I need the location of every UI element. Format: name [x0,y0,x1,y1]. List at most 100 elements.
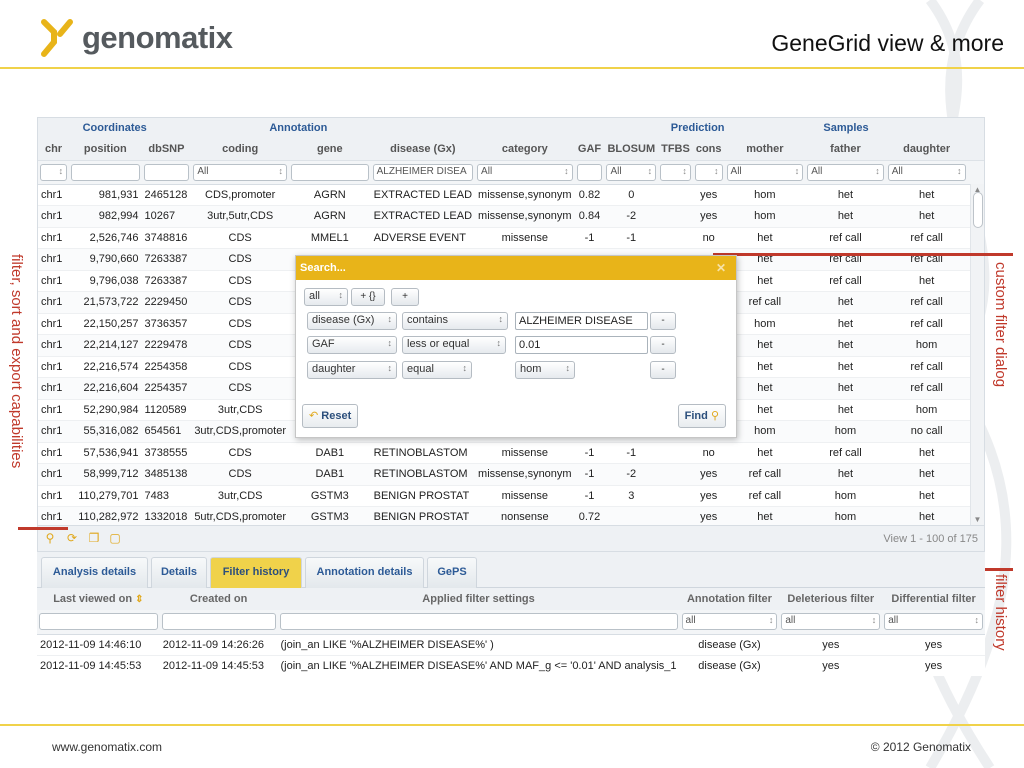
filter-mother-select[interactable]: All [726,163,804,181]
tab-geps[interactable]: GePS [427,557,477,588]
table-row[interactable]: chr1 58,999,712 3485138 CDS DAB1 RETINOBLASTO… [38,463,984,486]
history-filter-annotation-select[interactable]: all [681,613,778,631]
rule-1-value-input[interactable]: ALZHEIMER DISEASE [515,312,648,330]
column-header-tfbs[interactable]: TFBS [658,138,693,161]
column-header-father[interactable]: father [805,138,886,161]
sort-icon[interactable]: ⇕ [135,594,143,605]
cell-position: 21,573,722 [69,291,142,314]
table-row[interactable]: chr1 2,526,746 3748816 CDS MMEL1 ADVERSE EVEN… [38,227,984,249]
history-header-annotation-filter[interactable]: Annotation filter [679,588,780,610]
table-row[interactable]: chr1 110,279,701 7483 3utr,CDS GSTM3 BENIGN P… [38,485,984,507]
filter-category-select[interactable]: All [477,163,573,181]
filter-tfbs-select[interactable] [660,163,691,181]
cell-chr: chr1 [38,248,70,271]
add-group-button[interactable]: + {} [351,288,385,306]
table-row[interactable]: chr1 982,994 10267 3utr,5utr,CDS AGRN EXTRACT… [38,205,984,228]
rule-2-field-select[interactable]: GAF [307,336,397,354]
history-row[interactable]: 2012-11-09 14:46:10 2012-11-09 14:26:26 (j… [37,634,985,656]
export-icon[interactable]: ▢ [108,531,122,545]
filter-cons-select[interactable] [694,163,723,181]
cell-disease: RETINOBLASTOM [370,463,476,486]
history-filter-differential-select[interactable]: all [884,613,983,631]
grid-scroll-thumb[interactable] [973,192,983,228]
cell-daughter: ref call [885,248,968,271]
history-header-last-viewed[interactable]: Last viewed on ⇕ [37,588,160,610]
cell-father: het [805,463,886,486]
column-header-category[interactable]: category [475,138,575,161]
close-icon[interactable]: ✕ [714,261,728,275]
rule-3-value-select[interactable]: hom [515,361,575,379]
match-mode-select[interactable]: all [304,288,348,306]
filter-daughter-select[interactable]: All [887,163,966,181]
column-header-chr[interactable]: chr [38,138,70,161]
tab-details[interactable]: Details [151,557,207,588]
table-row[interactable]: chr1 981,931 2465128 CDS,promoter AGRN EXTRAC… [38,184,984,206]
filter-blosum-select[interactable]: All [606,163,657,181]
filter-gaf-input[interactable] [576,163,603,181]
filter-position-input[interactable] [71,163,140,181]
column-header-gene[interactable]: gene [289,138,371,161]
filter-disease-input[interactable]: ALZHEIMER DISEA [372,163,474,181]
grid-scrollbar[interactable]: ▲ ▼ [970,184,984,526]
tab-analysis-details[interactable]: Analysis details [41,557,148,588]
column-header-daughter[interactable]: daughter [885,138,968,161]
history-filter-settings-input[interactable] [279,613,678,631]
copy-icon[interactable]: ❐ [87,531,101,545]
filter-coding-select[interactable]: All [193,163,288,181]
table-row[interactable]: chr1 57,536,941 3738555 CDS DAB1 RETINOBLASTO… [38,442,984,464]
filter-gene-input[interactable] [291,163,369,181]
column-header-disease[interactable]: disease (Gx) [370,138,476,161]
rule-1-remove-button[interactable]: - [650,312,676,330]
column-header-mother[interactable]: mother [724,138,806,161]
cell-daughter: ref call [885,291,968,314]
column-header-coding[interactable]: coding [191,138,290,161]
history-header-created[interactable]: Created on [159,588,278,610]
cell-chr: chr1 [38,291,70,314]
rule-2-operator-select[interactable]: less or equal [402,336,506,354]
history-header-deleterious-filter[interactable]: Deleterious filter [779,588,883,610]
cell-gene: AGRN [289,184,371,206]
group-header-annotation: Annotation [191,118,575,138]
history-header-filter-settings[interactable]: Applied filter settings [277,588,680,610]
rule-3-operator-select[interactable]: equal [402,361,472,379]
rule-2-value-input[interactable]: 0.01 [515,336,648,354]
history-filter-last-viewed-input[interactable] [39,613,158,631]
tab-filter-history[interactable]: Filter history [210,557,302,588]
column-header-blosum[interactable]: BLOSUM [604,138,659,161]
add-rule-button[interactable]: + [391,288,419,306]
history-filter-deleterious-select[interactable]: all [781,613,881,631]
rule-3-field-select[interactable]: daughter [307,361,397,379]
history-header-differential-filter[interactable]: Differential filter [882,588,985,610]
rule-1-field-select[interactable]: disease (Gx) [307,312,397,330]
column-header-dbsnp[interactable]: dbSNP [141,138,192,161]
reset-button[interactable]: ↶ Reset [302,404,359,428]
filter-father-select[interactable]: All [807,163,884,181]
cell-tfbs [658,442,693,464]
cell-father: ref call [805,227,886,249]
history-filter-created-input[interactable] [161,613,276,631]
rule-2-remove-button[interactable]: - [650,336,676,354]
cell-differential-filter: yes [882,634,985,656]
cell-blosum: 0 [604,184,659,206]
cell-coding: 3utr,5utr,CDS [191,205,290,228]
refresh-icon[interactable]: ⟳ [65,531,79,545]
find-button[interactable]: Find ⚲ [677,404,726,428]
search-dialog: Search... ✕ all + {} + disease (Gx) cont… [295,255,737,438]
filter-chr-select[interactable] [40,163,68,181]
pager-info: View 1 - 100 of 175 [883,533,978,545]
search-dialog-titlebar[interactable]: Search... ✕ [296,256,736,280]
cell-position: 982,994 [69,205,142,228]
column-header-position[interactable]: position [69,138,142,161]
column-header-cons[interactable]: cons [692,138,725,161]
history-row[interactable]: 2012-11-09 14:45:53 2012-11-09 14:45:53 (j… [37,655,985,676]
column-header-gaf[interactable]: GAF [574,138,605,161]
cell-father: het [805,399,886,421]
filter-dbsnp-input[interactable] [143,163,190,181]
cell-filter-settings: (join_an LIKE '%ALZHEIMER DISEASE%' AND … [277,655,680,676]
cell-coding: CDS [191,227,290,249]
rule-3-remove-button[interactable]: - [650,361,676,379]
search-icon[interactable]: ⚲ [43,531,57,545]
cell-chr: chr1 [38,463,70,486]
tab-annotation-details[interactable]: Annotation details [305,557,424,588]
rule-1-operator-select[interactable]: contains [402,312,508,330]
